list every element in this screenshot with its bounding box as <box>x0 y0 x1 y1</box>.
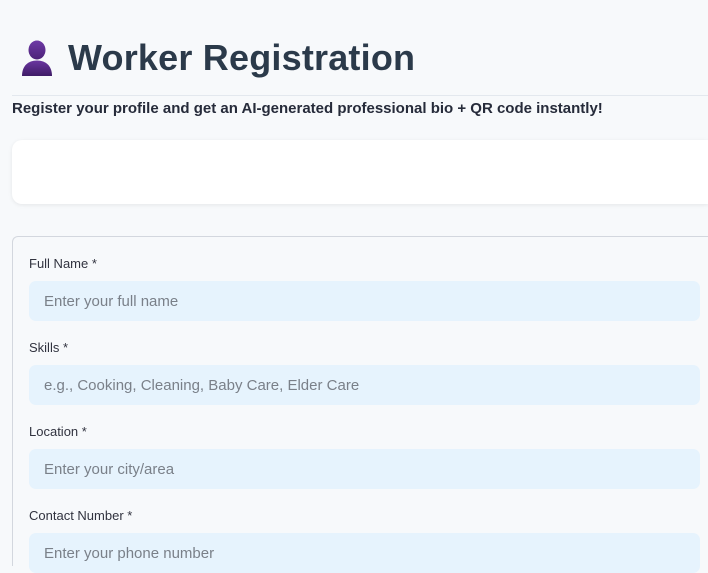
skills-input[interactable] <box>29 365 700 405</box>
full-name-label: Full Name * <box>29 256 97 271</box>
title-divider <box>12 95 708 96</box>
registration-form: Full Name * Skills * Location * Contact … <box>12 236 708 573</box>
page-header: Worker Registration <box>18 34 415 82</box>
info-card <box>12 140 708 204</box>
location-label: Location * <box>29 424 87 439</box>
page-subtitle: Register your profile and get an AI-gene… <box>12 100 603 117</box>
skills-field: Skills * <box>29 339 700 405</box>
page-title: Worker Registration <box>68 37 416 78</box>
skills-label: Skills * <box>29 340 69 355</box>
location-input[interactable] <box>29 449 700 489</box>
contact-number-field: Contact Number * <box>29 507 700 573</box>
full-name-input[interactable] <box>29 281 700 321</box>
full-name-field: Full Name * <box>29 255 700 321</box>
contact-number-input[interactable] <box>29 533 700 573</box>
location-field: Location * <box>29 423 700 489</box>
contact-number-label: Contact Number * <box>29 508 133 523</box>
person-silhouette-icon <box>18 38 56 78</box>
